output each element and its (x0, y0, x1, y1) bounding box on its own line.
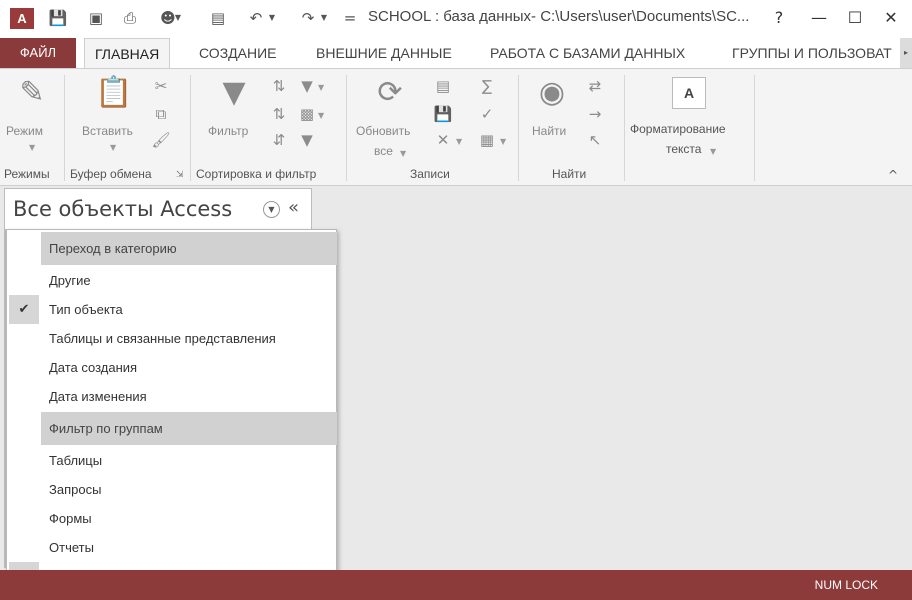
sort-descending-icon[interactable]: ⇅ (268, 105, 290, 123)
selection-filter-dropdown-icon[interactable]: ▼ (318, 83, 324, 92)
group-label-find: Найти (552, 167, 587, 181)
tab-database-tools[interactable]: РАБОТА С БАЗАМИ ДАННЫХ (490, 38, 685, 68)
menu-item-reports[interactable]: Отчеты (41, 533, 337, 562)
tab-external-data[interactable]: ВНЕШНИЕ ДАННЫЕ (316, 38, 452, 68)
more-records-icon[interactable]: ▦ (476, 131, 498, 149)
view-mode-dropdown-icon[interactable]: ▼ (29, 143, 35, 152)
navigation-menu: Переход в категорию Другие ✔ Тип объекта… (6, 229, 337, 591)
menu-item-queries[interactable]: Запросы (41, 475, 337, 504)
customize-icon[interactable]: ▤ (206, 6, 230, 30)
view-mode-label[interactable]: Режим (6, 123, 43, 139)
check-icon: ✔ (9, 295, 39, 324)
nav-collapse-icon[interactable]: « (288, 197, 299, 218)
refresh-dropdown-icon[interactable]: ▼ (400, 149, 406, 158)
window-title: SCHOOL : база данных- C:\Users\user\Docu… (368, 8, 750, 25)
text-formatting-label[interactable]: Форматирование (630, 121, 726, 137)
menu-item-tables-views[interactable]: Таблицы и связанные представления (41, 324, 337, 353)
tab-groups-users[interactable]: ГРУППЫ И ПОЛЬЗОВАТ (732, 38, 892, 68)
toggle-filter-icon[interactable]: ▼ (296, 131, 318, 149)
group-separator (518, 75, 519, 181)
save-record-icon[interactable]: 💾 (432, 105, 454, 123)
ribbon: ✎ Режим ▼ Режимы 📋 Вставить ▼ ✂ ⧉ 🖌 Буфе… (0, 68, 912, 186)
menu-item-forms[interactable]: Формы (41, 504, 337, 533)
advanced-filter-icon[interactable]: ▩ (296, 105, 318, 123)
text-formatting-label-2[interactable]: текста (666, 141, 701, 157)
menu-item-tables[interactable]: Таблицы (41, 446, 337, 475)
find-label[interactable]: Найти (532, 123, 566, 139)
menu-section-header: Переход в категорию (41, 232, 337, 265)
help-button[interactable]: ? (764, 4, 794, 32)
remove-sort-icon[interactable]: ⇵ (268, 131, 290, 149)
group-separator (346, 75, 347, 181)
menu-item-other[interactable]: Другие (41, 266, 337, 295)
paste-label[interactable]: Вставить (82, 123, 133, 139)
print-icon[interactable]: ⎙ (118, 6, 142, 30)
menu-item-object-type[interactable]: Тип объекта (41, 295, 337, 324)
title-bar: A 💾 ▣ ⎙ ☻ ▼ ▤ ↶ ▼ ↷ ▼ = SCHOOL : база да… (0, 0, 912, 36)
delete-dropdown-icon[interactable]: ▼ (456, 137, 462, 146)
delete-record-icon[interactable]: ✕ (432, 131, 454, 149)
maximize-button[interactable]: ☐ (840, 4, 870, 32)
status-bar: NUM LOCK (0, 570, 912, 600)
text-formatting-dropdown-icon[interactable]: ▼ (710, 147, 716, 156)
filter-label[interactable]: Фильтр (208, 123, 248, 139)
filter-icon[interactable]: ▼ (214, 75, 254, 111)
group-label-clipboard: Буфер обмена (70, 167, 152, 181)
num-lock-indicator: NUM LOCK (814, 578, 878, 592)
tab-file[interactable]: ФАЙЛ (0, 38, 76, 68)
text-formatting-icon[interactable]: A (672, 77, 706, 109)
ribbon-tabs: ФАЙЛ ГЛАВНАЯ СОЗДАНИЕ ВНЕШНИЕ ДАННЫЕ РАБ… (0, 36, 912, 68)
users-dropdown-icon[interactable]: ▼ (172, 6, 184, 30)
tab-create[interactable]: СОЗДАНИЕ (199, 38, 276, 68)
copy-icon[interactable]: ⧉ (150, 105, 172, 123)
paste-dropdown-icon[interactable]: ▼ (110, 143, 116, 152)
group-separator (624, 75, 625, 181)
spelling-icon[interactable]: ✓ (476, 105, 498, 123)
selection-filter-icon[interactable]: ▼ (296, 77, 318, 95)
more-records-dropdown-icon[interactable]: ▼ (500, 137, 506, 146)
sort-ascending-icon[interactable]: ⇅ (268, 77, 290, 95)
group-label-records: Записи (410, 167, 450, 181)
cut-icon[interactable]: ✂ (150, 77, 172, 95)
new-record-icon[interactable]: ▤ (432, 77, 454, 95)
undo-dropdown-icon[interactable]: ▼ (266, 6, 278, 30)
replace-icon[interactable]: ⇄ (584, 77, 606, 95)
save-icon[interactable]: 💾 (46, 6, 70, 30)
more-icon[interactable]: = (338, 6, 362, 30)
design-view-icon[interactable]: ✎ (12, 75, 52, 111)
access-logo-icon: A (10, 8, 34, 29)
refresh-all-label-2[interactable]: все (374, 143, 393, 159)
layout-icon[interactable]: ▣ (84, 6, 108, 30)
totals-icon[interactable]: ∑ (476, 77, 498, 95)
redo-dropdown-icon[interactable]: ▼ (318, 6, 330, 30)
find-binoculars-icon[interactable]: ◉ (532, 75, 572, 111)
group-label-sort-filter: Сортировка и фильтр (196, 167, 317, 181)
nav-pane-title[interactable]: Все объекты Access (13, 197, 232, 221)
menu-item-created-date[interactable]: Дата создания (41, 353, 337, 382)
advanced-filter-dropdown-icon[interactable]: ▼ (318, 111, 324, 120)
menu-item-modified-date[interactable]: Дата изменения (41, 382, 337, 411)
paste-icon[interactable]: 📋 (94, 75, 134, 111)
group-separator (754, 75, 755, 181)
collapse-ribbon-icon[interactable]: ^ (888, 168, 898, 182)
tab-home[interactable]: ГЛАВНАЯ (84, 38, 171, 68)
clipboard-launcher-icon[interactable]: ⇲ (176, 170, 184, 180)
undo-icon[interactable]: ↶ (244, 6, 268, 30)
minimize-button[interactable]: — (804, 4, 834, 32)
redo-icon[interactable]: ↷ (296, 6, 320, 30)
nav-menu-dropdown-icon[interactable]: ▼ (263, 201, 280, 218)
close-button[interactable]: ✕ (876, 4, 906, 32)
goto-icon[interactable]: → (584, 105, 606, 123)
tab-scroll-right-icon[interactable]: ▸ (900, 38, 912, 68)
refresh-all-label[interactable]: Обновить (356, 123, 410, 139)
group-label-views: Режимы (4, 167, 50, 181)
refresh-all-icon[interactable]: ⟳ (370, 75, 410, 111)
menu-section-header: Фильтр по группам (41, 412, 337, 445)
format-painter-icon[interactable]: 🖌 (150, 131, 172, 149)
navigation-pane-header[interactable]: Все объекты Access ▼ « (4, 188, 312, 230)
select-icon[interactable]: ↖ (584, 131, 606, 149)
group-separator (190, 75, 191, 181)
group-separator (64, 75, 65, 181)
